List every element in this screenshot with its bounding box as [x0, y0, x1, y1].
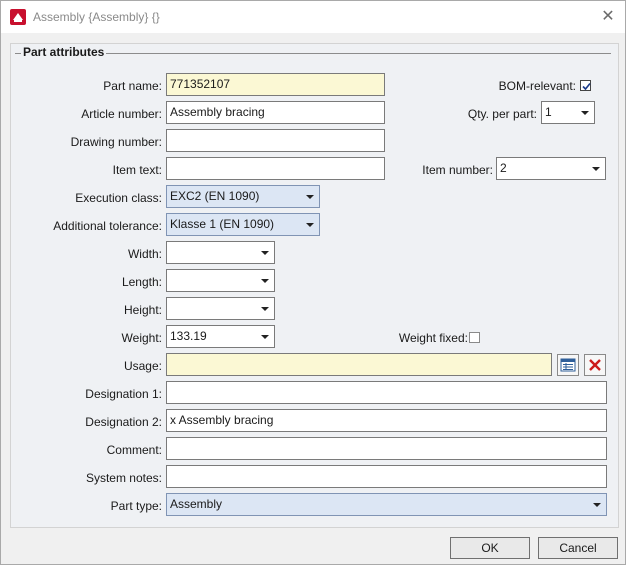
item-number-select[interactable]: 2 — [496, 157, 606, 180]
drawing-number-field[interactable] — [166, 129, 385, 152]
execution-class-value: EXC2 (EN 1090) — [170, 189, 260, 203]
height-select[interactable] — [166, 297, 275, 320]
chevron-down-icon — [261, 251, 269, 255]
comment-label: Comment: — [106, 443, 162, 457]
title-bar: Assembly {Assembly} {} ✕ — [1, 1, 625, 33]
chevron-down-icon — [261, 279, 269, 283]
cancel-button[interactable]: Cancel — [538, 537, 618, 559]
bom-relevant-checkbox[interactable] — [580, 80, 591, 91]
app-logo-icon — [10, 9, 26, 25]
qty-per-part-value: 1 — [545, 105, 552, 119]
item-number-value: 2 — [500, 161, 507, 175]
usage-field[interactable] — [166, 353, 552, 376]
part-type-value: Assembly — [170, 497, 223, 511]
bom-relevant-label: BOM-relevant: — [498, 79, 576, 93]
article-number-label: Article number: — [81, 107, 162, 121]
usage-label: Usage: — [123, 359, 162, 373]
part-name-field[interactable]: 771352107 — [166, 73, 385, 96]
height-label: Height: — [123, 303, 162, 317]
part-type-label: Part type: — [110, 499, 162, 513]
delete-x-icon[interactable] — [584, 354, 606, 376]
dialog-window: Assembly {Assembly} {} ✕ Part attributes… — [0, 0, 626, 565]
designation-1-label: Designation 1: — [85, 387, 162, 401]
part-type-select[interactable]: Assembly — [166, 493, 607, 516]
dialog-client: Part attributes Part name: Article numbe… — [1, 33, 625, 564]
weight-label: Weight: — [121, 331, 162, 345]
length-label: Length: — [121, 275, 162, 289]
article-number-field[interactable]: Assembly bracing — [166, 101, 385, 124]
execution-class-select[interactable]: EXC2 (EN 1090) — [166, 185, 320, 208]
item-number-label: Item number: — [422, 163, 493, 177]
system-notes-field[interactable] — [166, 465, 607, 488]
window-title: Assembly {Assembly} {} — [33, 10, 160, 24]
ok-button[interactable]: OK — [450, 537, 530, 559]
weight-fixed-label: Weight fixed: — [398, 331, 468, 345]
designation-2-field[interactable]: x Assembly bracing — [166, 409, 607, 432]
width-label: Width: — [127, 247, 162, 261]
table-list-icon[interactable] — [557, 354, 579, 376]
designation-1-field[interactable] — [166, 381, 607, 404]
comment-field[interactable] — [166, 437, 607, 460]
qty-per-part-select[interactable]: 1 — [541, 101, 595, 124]
weight-fixed-checkbox[interactable] — [469, 332, 480, 343]
chevron-down-icon — [306, 195, 314, 199]
chevron-down-icon — [581, 111, 589, 115]
additional-tolerance-select[interactable]: Klasse 1 (EN 1090) — [166, 213, 320, 236]
execution-class-label: Execution class: — [75, 191, 162, 205]
additional-tolerance-label: Additional tolerance: — [53, 219, 162, 233]
length-select[interactable] — [166, 269, 275, 292]
weight-value: 133.19 — [170, 329, 207, 343]
chevron-down-icon — [593, 503, 601, 507]
item-text-label: Item text: — [112, 163, 162, 177]
part-name-label: Part name: — [103, 79, 162, 93]
chevron-down-icon — [261, 307, 269, 311]
system-notes-label: System notes: — [85, 471, 162, 485]
chevron-down-icon — [592, 167, 600, 171]
chevron-down-icon — [306, 223, 314, 227]
drawing-number-label: Drawing number: — [70, 135, 162, 149]
designation-2-label: Designation 2: — [85, 415, 162, 429]
width-select[interactable] — [166, 241, 275, 264]
close-icon[interactable]: ✕ — [597, 7, 619, 27]
group-title: Part attributes — [21, 45, 107, 59]
additional-tolerance-value: Klasse 1 (EN 1090) — [170, 217, 275, 231]
weight-select[interactable]: 133.19 — [166, 325, 275, 348]
qty-per-part-label: Qty. per part: — [467, 107, 537, 121]
item-text-field[interactable] — [166, 157, 385, 180]
chevron-down-icon — [261, 335, 269, 339]
